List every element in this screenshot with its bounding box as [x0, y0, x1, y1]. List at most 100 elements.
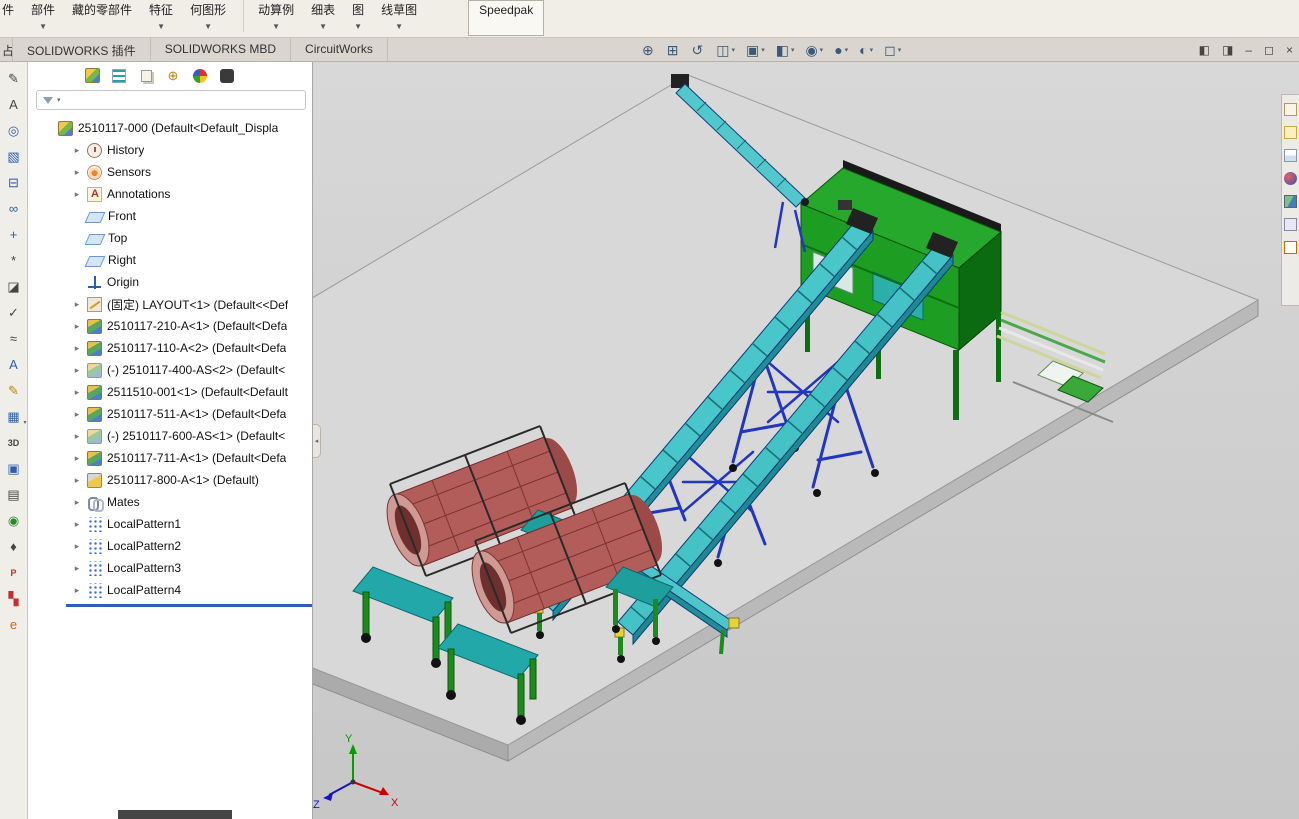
dropdown-arrow-icon[interactable]: [870, 46, 874, 54]
tree-reorder-bar[interactable]: [66, 604, 312, 607]
tree-item[interactable]: ▸ 2510117-711-A<1> (Default<Defa: [72, 447, 312, 469]
sketch-icon[interactable]: ✎: [2, 68, 26, 89]
minimize-button[interactable]: –: [1245, 43, 1252, 57]
note-icon[interactable]: A: [2, 94, 26, 115]
expand-arrow-icon[interactable]: ▸: [72, 365, 82, 376]
featuremanager-tab[interactable]: [80, 65, 104, 87]
tree-filter-input[interactable]: [36, 90, 306, 110]
view-orientation-button[interactable]: ▣: [746, 42, 765, 59]
toolbox-icon[interactable]: ♦: [2, 536, 26, 557]
tree-item[interactable]: Front: [72, 205, 312, 227]
expand-arrow-icon[interactable]: ▸: [72, 145, 82, 156]
dropdown-arrow-icon[interactable]: [319, 22, 327, 32]
tree-item[interactable]: ▸ (-) 2510117-400-AS<2> (Default<: [72, 359, 312, 381]
dropdown-arrow-icon[interactable]: [157, 22, 165, 32]
expand-arrow-icon[interactable]: ▸: [72, 321, 82, 332]
curvature-icon[interactable]: ≈: [2, 328, 26, 349]
commandmanager-tab[interactable]: CircuitWorks: [291, 38, 388, 61]
expand-arrow-icon[interactable]: ▸: [72, 387, 82, 398]
dropdown-arrow-icon[interactable]: [731, 46, 735, 54]
commandmanager-tab[interactable]: SOLIDWORKS 插件: [13, 38, 151, 61]
tree-item[interactable]: ▸ LocalPattern3: [72, 557, 312, 579]
forum-icon[interactable]: [1284, 241, 1297, 254]
hide-show-items-button[interactable]: ◉: [805, 42, 823, 59]
ribbon-button[interactable]: 线草图: [381, 0, 417, 32]
custom-properties-icon[interactable]: [1284, 218, 1297, 231]
ribbon-button[interactable]: 件: [2, 0, 14, 32]
tree-root-item[interactable]: 2510117-000 (Default<Default_Displa: [58, 117, 312, 139]
expand-arrow-icon[interactable]: ▸: [72, 453, 82, 464]
zoom-area-button[interactable]: ⊞: [667, 42, 681, 59]
section-view-icon[interactable]: ◪: [2, 276, 26, 297]
previous-view-button[interactable]: ↺: [691, 42, 705, 59]
commandmanager-tab[interactable]: SOLIDWORKS MBD: [151, 38, 291, 61]
tree-item[interactable]: ▸ LocalPattern2: [72, 535, 312, 557]
ordinate-dimension-icon[interactable]: ⊟: [2, 172, 26, 193]
dropdown-arrow-icon[interactable]: [354, 22, 362, 32]
tree-item[interactable]: Top: [72, 227, 312, 249]
smart-fastener-icon[interactable]: *: [2, 250, 26, 271]
tree-item[interactable]: ▸ 2510117-511-A<1> (Default<Defa: [72, 403, 312, 425]
tree-item[interactable]: Origin: [72, 271, 312, 293]
propertymanager-tab[interactable]: [107, 65, 131, 87]
move-component-icon[interactable]: +: [2, 224, 26, 245]
display-style-button[interactable]: ◧: [776, 42, 795, 59]
appearances-icon[interactable]: [1284, 172, 1297, 185]
dropdown-arrow-icon[interactable]: [395, 22, 403, 32]
ribbon-button[interactable]: 图: [352, 0, 364, 32]
expand-arrow-icon[interactable]: ▸: [72, 475, 82, 486]
tree-item[interactable]: ▸ 2510117-210-A<1> (Default<Defa: [72, 315, 312, 337]
expand-arrow-icon[interactable]: ▸: [72, 167, 82, 178]
dropdown-arrow-icon[interactable]: [761, 46, 765, 54]
expand-arrow-icon[interactable]: ▸: [72, 409, 82, 420]
show-left-pane-button[interactable]: ◧: [1199, 43, 1210, 57]
dropdown-arrow-icon[interactable]: [820, 46, 824, 54]
text-icon[interactable]: A: [2, 354, 26, 375]
cam-tab[interactable]: [215, 65, 239, 87]
tree-item[interactable]: ▸ Annotations: [72, 183, 312, 205]
tree-item[interactable]: ▸ 2511510-001<1> (Default<Default: [72, 381, 312, 403]
tree-item[interactable]: ▸ (固定) LAYOUT<1> (Default<<Def: [72, 293, 312, 315]
expand-arrow-icon[interactable]: ▸: [72, 541, 82, 552]
restore-button[interactable]: ◻: [1264, 43, 1274, 57]
expand-arrow-icon[interactable]: ▸: [72, 585, 82, 596]
apply-scene-button[interactable]: ◐: [859, 42, 873, 58]
pen-icon[interactable]: ✎: [2, 380, 26, 401]
ribbon-button[interactable]: 藏的零部件: [72, 0, 132, 32]
file-explorer-icon[interactable]: [1284, 126, 1297, 139]
ribbon-button[interactable]: 特征: [149, 0, 173, 32]
exploded-view-icon[interactable]: ▣: [2, 458, 26, 479]
dimxpertmanager-tab[interactable]: ⊕: [161, 65, 185, 87]
dropdown-arrow-icon[interactable]: [57, 96, 61, 104]
displaymanager-tab[interactable]: [188, 65, 212, 87]
expand-arrow-icon[interactable]: ▸: [72, 563, 82, 574]
expand-arrow-icon[interactable]: ▸: [72, 497, 82, 508]
drawing-sheets-icon[interactable]: ▤: [2, 484, 26, 505]
publish-pdf-icon[interactable]: P: [2, 562, 26, 583]
view-palette-icon[interactable]: [1284, 149, 1297, 162]
tree-item[interactable]: ▸ LocalPattern1: [72, 513, 312, 535]
tree-item[interactable]: ▸ 2510117-800-A<1> (Default): [72, 469, 312, 491]
dropdown-arrow-icon[interactable]: [791, 46, 795, 54]
design-library-icon[interactable]: [1284, 103, 1297, 116]
dropdown-arrow-icon[interactable]: [272, 22, 280, 32]
tree-item[interactable]: ▸ Mates: [72, 491, 312, 513]
table-icon[interactable]: ▦ ▾: [2, 406, 26, 427]
edrawings-icon[interactable]: e: [2, 614, 26, 635]
dropdown-arrow-icon[interactable]: [204, 22, 212, 32]
weld-symbol-icon[interactable]: ▧: [2, 146, 26, 167]
tree-item[interactable]: ▸ History: [72, 139, 312, 161]
tree-item[interactable]: ▸ (-) 2510117-600-AS<1> (Default<: [72, 425, 312, 447]
tree-item[interactable]: ▸ LocalPattern4: [72, 579, 312, 601]
show-right-pane-button[interactable]: ◨: [1222, 43, 1233, 57]
tree-item[interactable]: ▸ Sensors: [72, 161, 312, 183]
tree-item[interactable]: ▸ 2510117-110-A<2> (Default<Defa: [72, 337, 312, 359]
scenes-icon[interactable]: [1284, 195, 1297, 208]
section-view-button[interactable]: ◫: [716, 42, 735, 59]
publish-blocks-icon[interactable]: ▚: [2, 588, 26, 609]
configurationmanager-tab[interactable]: [134, 65, 158, 87]
ribbon-button[interactable]: 细表: [311, 0, 335, 32]
ribbon-button[interactable]: Speedpak: [468, 0, 544, 36]
ribbon-button[interactable]: 何图形: [190, 0, 226, 32]
ribbon-button[interactable]: 部件: [31, 0, 55, 32]
